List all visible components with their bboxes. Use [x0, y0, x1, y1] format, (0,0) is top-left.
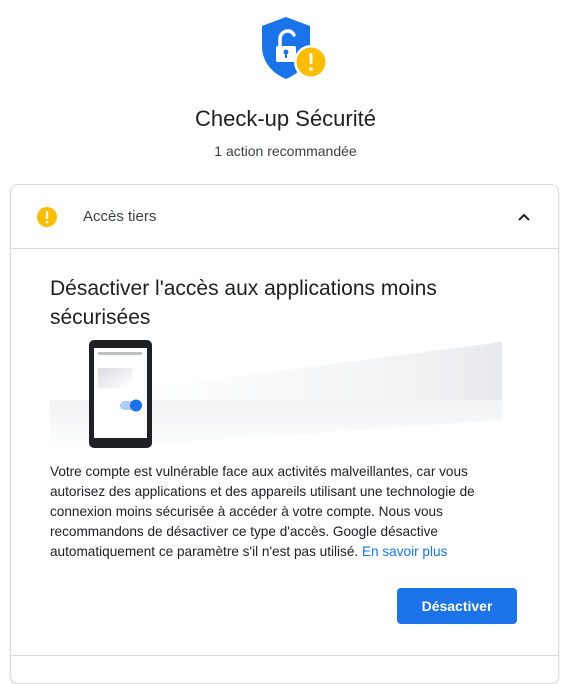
disable-button[interactable]: Désactiver [397, 588, 517, 624]
third-party-access-header[interactable]: Accès tiers [11, 185, 558, 249]
recommended-actions-count: 1 action recommandée [214, 143, 357, 159]
phone-toggle-illustration [50, 340, 502, 452]
chevron-up-icon[interactable] [516, 209, 532, 225]
shield-lock-warning-icon [255, 14, 329, 84]
warning-icon [36, 206, 58, 228]
learn-more-link[interactable]: En savoir plus [362, 544, 447, 559]
page-title: Check-up Sécurité [195, 106, 376, 131]
third-party-access-card: Accès tiers Désactiver l'accès aux appli… [10, 184, 559, 684]
section-label: Accès tiers [83, 208, 157, 225]
description: Votre compte est vulnérable face aux act… [50, 462, 525, 562]
divider [11, 655, 558, 656]
section-title: Désactiver l'accès aux applications moin… [50, 277, 437, 329]
